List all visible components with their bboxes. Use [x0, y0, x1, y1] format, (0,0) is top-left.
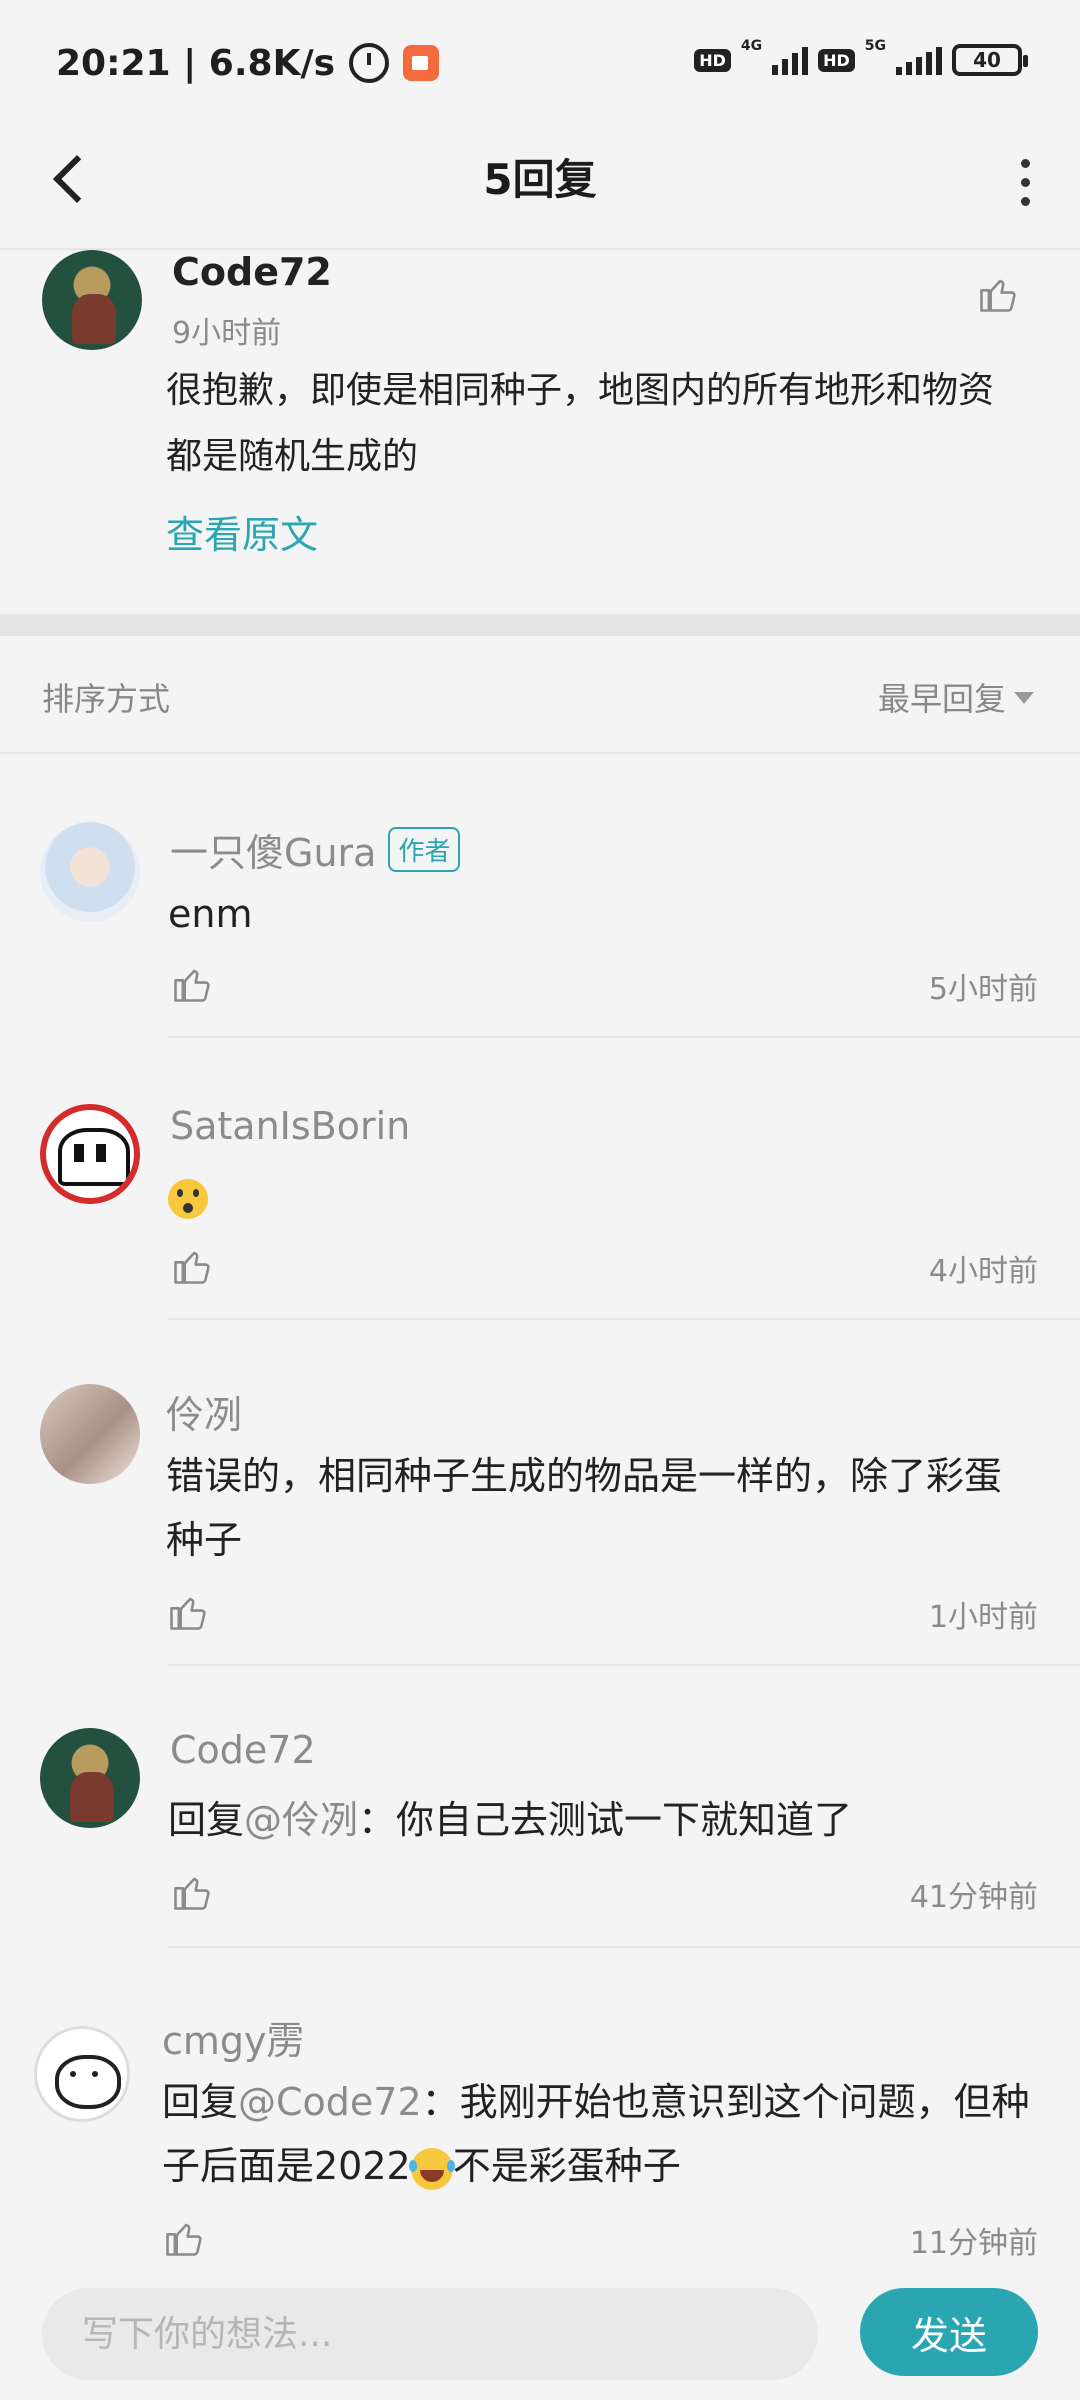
status-bar: 20:21 | 6.8K/s HD 4G HD 5G 40: [0, 0, 1080, 126]
avatar[interactable]: [42, 250, 142, 350]
screen-record-icon: [403, 45, 440, 81]
divider: [168, 1946, 1080, 1948]
thumbs-up-icon: [162, 2216, 206, 2260]
reply-prefix: 回复: [162, 2080, 239, 2124]
thumbs-up-icon: [170, 1870, 214, 1914]
reply-item: SatanIsBorin 4小时前: [0, 1104, 1080, 1320]
reply-author[interactable]: SatanIsBorin: [170, 1104, 410, 1148]
send-button[interactable]: 发送: [860, 2288, 1038, 2376]
comment-author[interactable]: Code72: [172, 250, 332, 294]
divider: [168, 1318, 1080, 1320]
reply-author-row: SatanIsBorin: [170, 1104, 410, 1148]
comment-input[interactable]: [42, 2288, 818, 2380]
sort-label: 排序方式: [42, 680, 171, 718]
battery-icon: 40: [952, 44, 1028, 76]
avatar[interactable]: [40, 1728, 140, 1828]
divider: [168, 1664, 1080, 1666]
hd-badge: HD: [818, 48, 855, 72]
reply-text: 回复@伶冽：你自己去测试一下就知道了: [168, 1788, 1038, 1852]
reply-time: 1小时前: [928, 1600, 1038, 1635]
thumbs-up-icon: [170, 1244, 214, 1288]
hd-badge: HD: [694, 48, 731, 72]
signal-icon: [896, 45, 942, 75]
reply-body: ：你自己去测试一下就知道了: [358, 1798, 853, 1842]
reply-author[interactable]: 一只傻Gura: [170, 822, 376, 877]
reply-item: 伶冽 错误的，相同种子生成的物品是一样的，除了彩蛋种子 1小时前: [0, 1384, 1080, 1666]
reply-time: 4小时前: [928, 1254, 1038, 1289]
signal-icon: [772, 45, 809, 75]
view-original-link[interactable]: 查看原文: [166, 504, 318, 559]
avatar[interactable]: [40, 822, 140, 922]
comment-time: 9小时前: [172, 316, 282, 351]
like-button[interactable]: [166, 1590, 210, 1638]
author-badge: 作者: [388, 827, 461, 872]
status-time: 20:21 | 6.8K/s: [56, 42, 336, 84]
reply-author[interactable]: Code72: [170, 1728, 316, 1772]
reply-item: 一只傻Gura 作者 enm 5小时前: [0, 822, 1080, 1038]
reply-text: 错误的，相同种子生成的物品是一样的，除了彩蛋种子: [166, 1454, 1003, 1562]
reply-time: 41分钟前: [909, 1880, 1038, 1915]
reply-body: 不是彩蛋种子: [452, 2144, 681, 2188]
caret-down-icon[interactable]: [1014, 692, 1034, 704]
section-divider: [0, 614, 1080, 636]
fearful-face-emoji-icon: [168, 1178, 208, 1219]
mention-link[interactable]: @伶冽: [244, 1798, 358, 1842]
reply-author-row: Code72: [170, 1728, 316, 1772]
avatar[interactable]: [40, 1104, 140, 1204]
comment-composer: 发送: [0, 2262, 1080, 2400]
top-app-bar: 5回复: [0, 126, 1080, 250]
alarm-icon: [349, 43, 390, 83]
reply-item: Code72 回复@伶冽：你自己去测试一下就知道了 41分钟前: [0, 1728, 1080, 1948]
reply-time: 11分钟前: [909, 2226, 1038, 2261]
like-button[interactable]: [976, 272, 1020, 320]
thumbs-up-icon: [976, 272, 1020, 316]
laughing-tears-emoji-icon: [408, 2147, 453, 2190]
avatar[interactable]: [40, 1384, 140, 1484]
thumbs-up-icon: [170, 962, 214, 1006]
reply-time: 5小时前: [928, 972, 1038, 1007]
reply-text: 回复@Code72：我刚开始也意识到这个问题，但种子后面是2022 不是彩蛋种子: [162, 2070, 1042, 2198]
like-button[interactable]: [170, 1870, 214, 1918]
network-type: 4G: [740, 38, 763, 54]
sort-bar: 排序方式 最早回复: [0, 636, 1080, 754]
reply-text: enm: [168, 892, 253, 936]
reply-author-row: 伶冽: [166, 1384, 242, 1439]
more-options-icon[interactable]: [1010, 152, 1040, 212]
reply-author-row: cmgy雳: [162, 2010, 305, 2065]
reply-text: [168, 1164, 1038, 1228]
like-button[interactable]: [162, 2216, 206, 2264]
reply-prefix: 回复: [168, 1798, 245, 1842]
reply-author[interactable]: 伶冽: [166, 1384, 242, 1439]
reply-author[interactable]: cmgy雳: [162, 2010, 305, 2065]
sort-dropdown[interactable]: 最早回复: [878, 674, 1006, 720]
like-button[interactable]: [170, 1244, 214, 1292]
avatar[interactable]: [34, 2026, 130, 2122]
page-title: 5回复: [483, 155, 597, 204]
like-button[interactable]: [170, 962, 214, 1010]
thumbs-up-icon: [166, 1590, 210, 1634]
mention-link[interactable]: @Code72: [238, 2080, 422, 2124]
reply-item: cmgy雳 回复@Code72：我刚开始也意识到这个问题，但种子后面是2022 不…: [0, 2010, 1080, 2262]
reply-author-row: 一只傻Gura 作者: [170, 822, 461, 877]
main-comment: Code72 9小时前 很抱歉，即使是相同种子，地图内的所有地形和物资都是随机生…: [0, 250, 1080, 614]
divider: [168, 1036, 1080, 1038]
comment-text: 很抱歉，即使是相同种子，地图内的所有地形和物资都是随机生成的: [166, 370, 995, 477]
network-type: 5G: [864, 38, 886, 54]
